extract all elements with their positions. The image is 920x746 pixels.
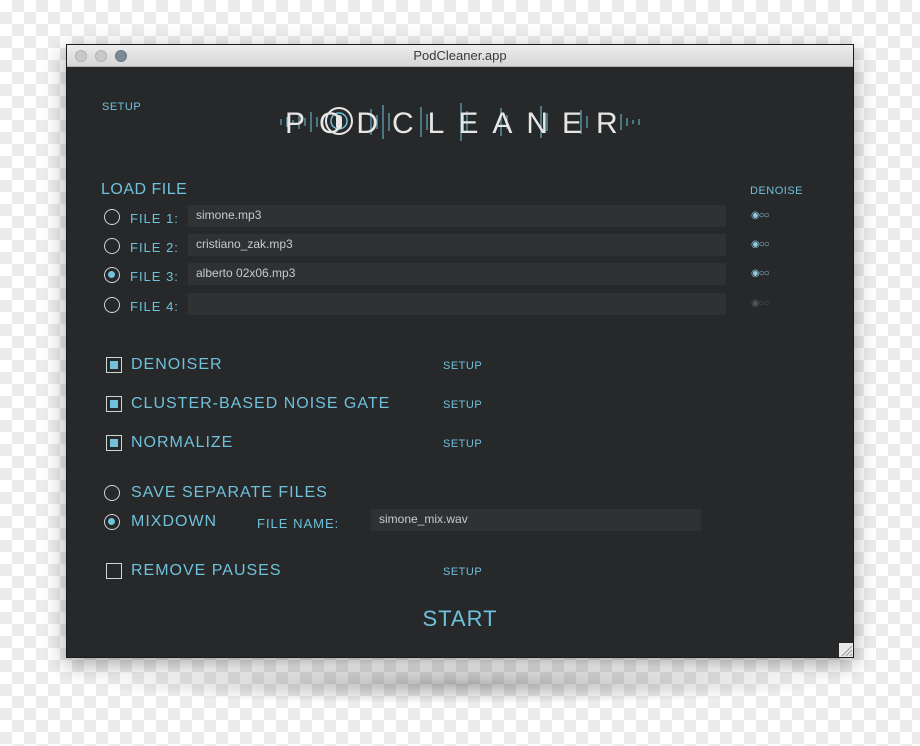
file-4-denoise-level[interactable]: ◉○○ — [751, 298, 770, 309]
load-file-heading: LOAD FILE — [101, 181, 188, 198]
denoise-column-heading: DENOISE — [750, 185, 804, 197]
remove-pauses-checkbox[interactable] — [106, 563, 122, 579]
start-button[interactable]: START — [67, 606, 853, 632]
save-separate-radio[interactable] — [104, 485, 120, 501]
main-content: SETUP PODCLEANER LOAD FILE DENOISE FILE … — [67, 67, 853, 657]
remove-pauses-setup-link[interactable]: SETUP — [443, 566, 482, 578]
file-3-radio[interactable] — [104, 267, 120, 283]
denoiser-label: DENOISER — [131, 356, 223, 373]
denoiser-checkbox[interactable] — [106, 357, 122, 373]
file-2-input[interactable]: cristiano_zak.mp3 — [188, 234, 726, 256]
file-2-radio[interactable] — [104, 238, 120, 254]
file-1-label: FILE 1: — [130, 211, 179, 226]
file-1-radio[interactable] — [104, 209, 120, 225]
app-logo-text: PODCLEANER — [285, 107, 632, 140]
file-2-label: FILE 2: — [130, 240, 179, 255]
window-title: PodCleaner.app — [413, 48, 507, 63]
file-1-denoise-level[interactable]: ◉○○ — [751, 210, 770, 221]
denoiser-setup-link[interactable]: SETUP — [443, 360, 482, 372]
header-setup-link[interactable]: SETUP — [102, 101, 141, 113]
file-3-denoise-level[interactable]: ◉○○ — [751, 268, 770, 279]
file-1-input[interactable]: simone.mp3 — [188, 205, 726, 227]
file-3-input[interactable]: alberto 02x06.mp3 — [188, 263, 726, 285]
file-name-input[interactable]: simone_mix.wav — [371, 509, 701, 531]
file-2-denoise-level[interactable]: ◉○○ — [751, 239, 770, 250]
save-separate-label: SAVE SEPARATE FILES — [131, 484, 328, 501]
remove-pauses-label: REMOVE PAUSES — [131, 562, 282, 579]
file-4-label: FILE 4: — [130, 299, 179, 314]
title-bar[interactable]: PodCleaner.app — [67, 45, 853, 67]
resize-grip-icon[interactable] — [839, 643, 853, 657]
noise-gate-label: CLUSTER-BASED NOISE GATE — [131, 395, 391, 412]
noise-gate-checkbox[interactable] — [106, 396, 122, 412]
file-4-radio[interactable] — [104, 297, 120, 313]
normalize-checkbox[interactable] — [106, 435, 122, 451]
mixdown-radio[interactable] — [104, 514, 120, 530]
app-window: PodCleaner.app SETUP PODCLEANER LOAD FIL… — [66, 44, 854, 658]
normalize-label: NORMALIZE — [131, 434, 234, 451]
mixdown-label: MIXDOWN — [131, 513, 218, 530]
file-3-label: FILE 3: — [130, 269, 179, 284]
normalize-setup-link[interactable]: SETUP — [443, 438, 482, 450]
file-name-label: FILE NAME: — [257, 516, 340, 531]
window-shadow — [88, 664, 832, 704]
noise-gate-setup-link[interactable]: SETUP — [443, 399, 482, 411]
file-4-input[interactable] — [188, 293, 726, 315]
